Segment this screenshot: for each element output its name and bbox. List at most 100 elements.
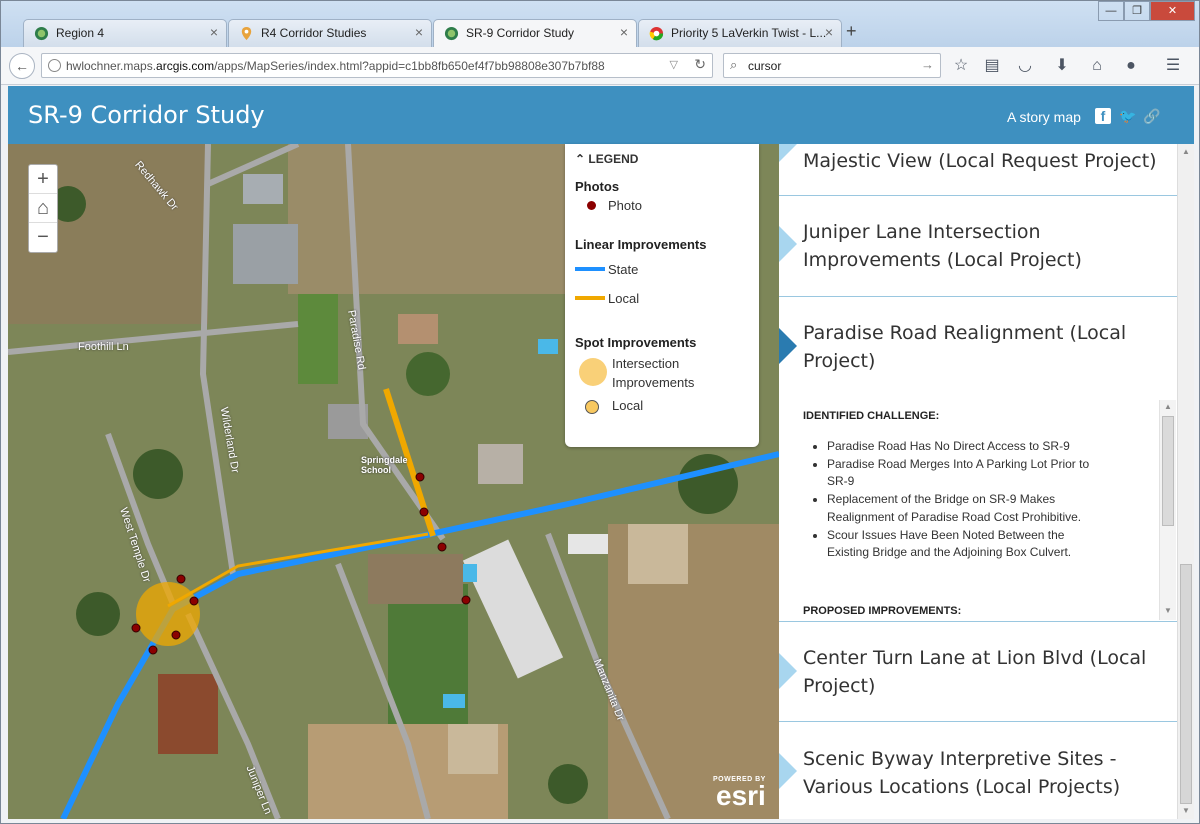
arcgis-globe-icon	[34, 26, 49, 41]
entry-title: Paradise Road Realignment (Local Project…	[803, 322, 1127, 372]
entry-scenic-byway[interactable]: Scenic Byway Interpretive Sites - Variou…	[779, 722, 1177, 819]
tab-r4-corridor-studies[interactable]: R4 Corridor Studies ×	[228, 19, 432, 47]
tab-title: SR-9 Corridor Study	[466, 26, 575, 40]
menu-icon[interactable]: ☰	[1163, 56, 1183, 76]
globe-icon	[48, 59, 61, 72]
tab-title: Priority 5 LaVerkin Twist - L...	[671, 26, 827, 40]
back-button[interactable]: ←	[9, 53, 35, 79]
legend-spot-heading: Spot Improvements	[575, 335, 697, 350]
entry-arrow-icon	[779, 653, 797, 689]
close-window-button[interactable]: ✕	[1150, 1, 1195, 21]
map-pin-icon	[241, 26, 252, 41]
tab-strip: Region 4 × R4 Corridor Studies × SR-9 Co…	[1, 1, 1199, 48]
close-tab-icon[interactable]: ×	[415, 24, 423, 40]
browser-window: Region 4 × R4 Corridor Studies × SR-9 Co…	[0, 0, 1200, 824]
zoom-in-button[interactable]: +	[29, 165, 57, 194]
legend-photo-label: Photo	[608, 198, 642, 213]
local-swatch	[575, 296, 605, 300]
entry-juniper-lane[interactable]: Juniper Lane Intersection Improvements (…	[779, 196, 1177, 297]
tab-sr9-corridor-study[interactable]: SR-9 Corridor Study ×	[433, 19, 637, 48]
scroll-down-icon[interactable]: ▼	[1182, 806, 1190, 815]
bookmark-star-icon[interactable]: ☆	[951, 56, 971, 76]
search-input[interactable]: ⌕ cursor →	[723, 53, 941, 78]
search-go-icon[interactable]: →	[921, 57, 934, 72]
tab-region-4[interactable]: Region 4 ×	[23, 19, 227, 47]
spot-local-swatch	[585, 400, 599, 414]
new-tab-button[interactable]: +	[846, 21, 857, 42]
arcgis-globe-icon	[444, 26, 459, 41]
improvements-heading: PROPOSED IMPROVEMENTS:	[803, 605, 962, 617]
series-panel: Majestic View (Local Request Project) Ju…	[779, 144, 1194, 819]
street-label: Foothill Ln	[78, 341, 129, 353]
home-icon[interactable]: ⌂	[1087, 56, 1107, 76]
tab-priority-5[interactable]: Priority 5 LaVerkin Twist - L... ×	[638, 19, 842, 47]
state-swatch	[575, 267, 605, 271]
maximize-button[interactable]: ❐	[1124, 1, 1150, 21]
twitter-icon[interactable]: 🐦	[1119, 108, 1136, 124]
challenge-list: Paradise Road Has No Direct Access to SR…	[827, 438, 1107, 562]
entry-majestic-view[interactable]: Majestic View (Local Request Project)	[779, 144, 1177, 196]
home-extent-icon[interactable]: ⌂	[29, 194, 57, 223]
list-item: Paradise Road Has No Direct Access to SR…	[827, 438, 1107, 456]
legend-panel: ⌃ LEGEND Photos Photo Linear Improvement…	[565, 144, 759, 447]
facebook-icon[interactable]: f	[1095, 108, 1111, 124]
close-tab-icon[interactable]: ×	[825, 24, 833, 40]
url-text: hwlochner.maps.arcgis.com/apps/MapSeries…	[66, 59, 605, 73]
photo-swatch	[587, 201, 596, 210]
entry-title: Majestic View (Local Request Project)	[803, 150, 1157, 172]
tab-title: Region 4	[56, 26, 105, 40]
intersection-swatch	[579, 358, 607, 386]
entry-center-turn-lane[interactable]: Center Turn Lane at Lion Blvd (Local Pro…	[779, 621, 1177, 722]
place-label: Springdale School	[361, 455, 408, 475]
legend-local-label: Local	[608, 291, 640, 306]
scroll-up-icon[interactable]: ▲	[1164, 402, 1172, 411]
download-icon[interactable]: ⬇	[1052, 56, 1072, 76]
page-title: SR-9 Corridor Study	[28, 101, 265, 129]
story-map-label: A story map	[1007, 109, 1081, 125]
entry-title: Scenic Byway Interpretive Sites - Variou…	[803, 748, 1121, 798]
close-tab-icon[interactable]: ×	[210, 24, 218, 40]
legend-state-label: State	[608, 262, 639, 277]
esri-attribution: POWERED BY esri	[713, 776, 766, 811]
legend-linear-heading: Linear Improvements	[575, 237, 707, 252]
chat-icon[interactable]: ●	[1121, 56, 1141, 76]
entry-arrow-icon	[779, 144, 797, 162]
list-item: Paradise Road Merges Into A Parking Lot …	[827, 456, 1107, 491]
reload-icon[interactable]: ↻	[694, 56, 706, 73]
url-bar[interactable]: hwlochner.maps.arcgis.com/apps/MapSeries…	[41, 53, 713, 78]
entry-arrow-icon	[779, 226, 797, 262]
list-item: Replacement of the Bridge on SR-9 Makes …	[827, 491, 1107, 526]
challenge-heading: IDENTIFIED CHALLENGE:	[803, 410, 940, 422]
link-icon[interactable]: 🔗	[1143, 108, 1160, 124]
nav-bar: ← hwlochner.maps.arcgis.com/apps/MapSeri…	[1, 47, 1199, 85]
close-tab-icon[interactable]: ×	[620, 24, 628, 40]
chrome-like-icon	[649, 26, 664, 41]
zoom-controls: + ⌂ −	[28, 164, 58, 253]
scrollbar-thumb[interactable]	[1180, 564, 1192, 804]
detail-scrollbar[interactable]: ▲ ▼	[1159, 400, 1176, 620]
minimize-button[interactable]: —	[1098, 1, 1124, 21]
zoom-out-button[interactable]: −	[29, 223, 57, 252]
scroll-down-icon[interactable]: ▼	[1164, 606, 1172, 615]
entry-arrow-icon	[779, 753, 797, 789]
entry-title: Center Turn Lane at Lion Blvd (Local Pro…	[803, 647, 1147, 697]
app-header: SR-9 Corridor Study A story map f 🐦 🔗	[8, 86, 1194, 144]
legend-spot-local-label: Local	[612, 398, 644, 413]
legend-header[interactable]: ⌃ LEGEND	[575, 152, 638, 166]
reading-list-icon[interactable]: ▤	[982, 56, 1002, 76]
intersection-improvement-marker	[136, 582, 200, 646]
entry-arrow-icon	[779, 328, 797, 364]
entry-paradise-road[interactable]: Paradise Road Realignment (Local Project…	[779, 297, 1177, 398]
scrollbar-thumb[interactable]	[1162, 416, 1174, 526]
collapse-chevron-icon[interactable]: ⌃	[575, 152, 585, 166]
legend-intersection-label: Intersection Improvements	[612, 356, 695, 390]
entry-detail: IDENTIFIED CHALLENGE: Paradise Road Has …	[779, 398, 1177, 620]
page-scrollbar[interactable]: ▲ ▼	[1177, 144, 1194, 819]
legend-photos-heading: Photos	[575, 179, 620, 194]
entry-title: Juniper Lane Intersection Improvements (…	[803, 221, 1082, 271]
search-icon: ⌕	[730, 57, 738, 72]
tab-title: R4 Corridor Studies	[261, 26, 367, 40]
pocket-icon[interactable]: ◡	[1015, 56, 1035, 76]
scroll-up-icon[interactable]: ▲	[1182, 147, 1190, 156]
dropdown-arrow-icon[interactable]: ▽	[670, 58, 678, 71]
